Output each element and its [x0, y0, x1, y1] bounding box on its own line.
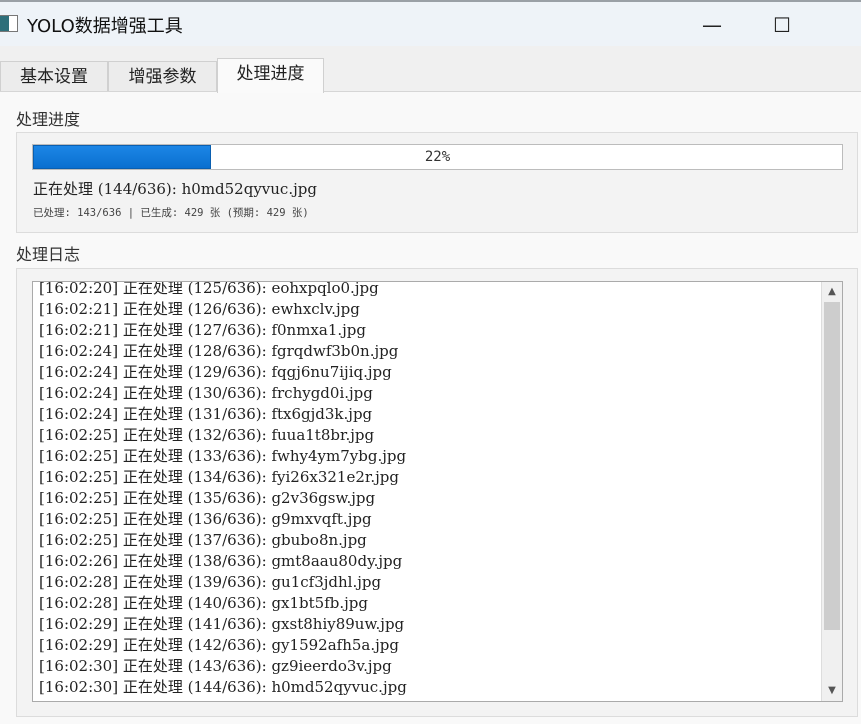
log-line: [16:02:25] 正在处理 (134/636): fyi26x321e2r.… — [39, 468, 400, 486]
progress-group-label: 处理进度 — [16, 110, 81, 129]
log-line: [16:02:29] 正在处理 (142/636): gy1592afh5a.j… — [39, 636, 399, 654]
log-line: [16:02:25] 正在处理 (133/636): fwhy4ym7ybg.j… — [39, 447, 407, 465]
tab-augment-params[interactable]: 增强参数 — [108, 61, 217, 92]
log-line: [16:02:29] 正在处理 (141/636): gxst8hiy89uw.… — [39, 615, 405, 633]
progress-group: 22% 正在处理 (144/636): h0md52qyvuc.jpg 已处理:… — [16, 132, 858, 233]
log-group-label: 处理日志 — [16, 245, 81, 264]
processing-stats: 已处理: 143/636 | 已生成: 429 张 (预期: 429 张) — [33, 207, 309, 219]
log-textarea[interactable]: [16:02:20] 正在处理 (125/636): eohxpqlo0.jpg… — [32, 281, 843, 702]
minimize-button[interactable]: — — [692, 10, 732, 40]
scroll-up-arrow-icon[interactable]: ▲ — [822, 282, 842, 302]
scroll-down-arrow-icon[interactable]: ▼ — [822, 681, 842, 701]
tab-basic-settings[interactable]: 基本设置 — [0, 61, 108, 92]
log-line: [16:02:25] 正在处理 (132/636): fuua1t8br.jpg — [39, 426, 375, 444]
log-line: [16:02:26] 正在处理 (138/636): gmt8aau80dy.j… — [39, 552, 403, 570]
log-line: [16:02:28] 正在处理 (139/636): gu1cf3jdhl.jp… — [39, 573, 382, 591]
maximize-button[interactable]: ☐ — [762, 10, 802, 40]
log-line: [16:02:21] 正在处理 (126/636): ewhxclv.jpg — [39, 300, 360, 318]
log-line: [16:02:25] 正在处理 (136/636): g9mxvqft.jpg — [39, 510, 372, 528]
log-line: [16:02:24] 正在处理 (128/636): fgrqdwf3b0n.j… — [39, 342, 399, 360]
log-line: [16:02:24] 正在处理 (130/636): frchygd0i.jpg — [39, 384, 373, 402]
log-line: [16:02:24] 正在处理 (131/636): ftx6gjd3k.jpg — [39, 405, 373, 423]
tab-progress[interactable]: 处理进度 — [217, 58, 324, 93]
progress-panel: 处理进度 22% 正在处理 (144/636): h0md52qyvuc.jpg… — [0, 91, 861, 724]
current-file-status: 正在处理 (144/636): h0md52qyvuc.jpg — [33, 180, 317, 198]
log-scrollbar[interactable]: ▲ ▼ — [821, 282, 842, 701]
log-line: [16:02:30] 正在处理 (144/636): h0md52qyvuc.j… — [39, 678, 407, 696]
progress-percent: 22% — [424, 149, 451, 165]
log-line: [16:02:25] 正在处理 (137/636): gbubo8n.jpg — [39, 531, 367, 549]
log-line: [16:02:25] 正在处理 (135/636): g2v36gsw.jpg — [39, 489, 376, 507]
log-line: [16:02:30] 正在处理 (143/636): gz9ieerdo3v.j… — [39, 657, 392, 675]
log-group: [16:02:20] 正在处理 (125/636): eohxpqlo0.jpg… — [16, 268, 858, 717]
scrollbar-thumb[interactable] — [824, 302, 840, 630]
title-bar: YOLO数据增强工具 — ☐ — [0, 0, 861, 46]
log-line: [16:02:24] 正在处理 (129/636): fqgj6nu7ijiq.… — [39, 363, 392, 381]
log-lines: [16:02:20] 正在处理 (125/636): eohxpqlo0.jpg… — [39, 281, 407, 698]
close-button[interactable] — [830, 10, 861, 40]
log-line: [16:02:21] 正在处理 (127/636): f0nmxa1.jpg — [39, 321, 366, 339]
progress-bar: 22% — [32, 144, 843, 170]
app-icon — [0, 15, 18, 32]
window-title: YOLO数据增强工具 — [27, 16, 183, 37]
tab-bar: 基本设置 增强参数 处理进度 — [0, 58, 861, 93]
log-line: [16:02:28] 正在处理 (140/636): gx1bt5fb.jpg — [39, 594, 369, 612]
log-line: [16:02:20] 正在处理 (125/636): eohxpqlo0.jpg — [39, 281, 379, 297]
